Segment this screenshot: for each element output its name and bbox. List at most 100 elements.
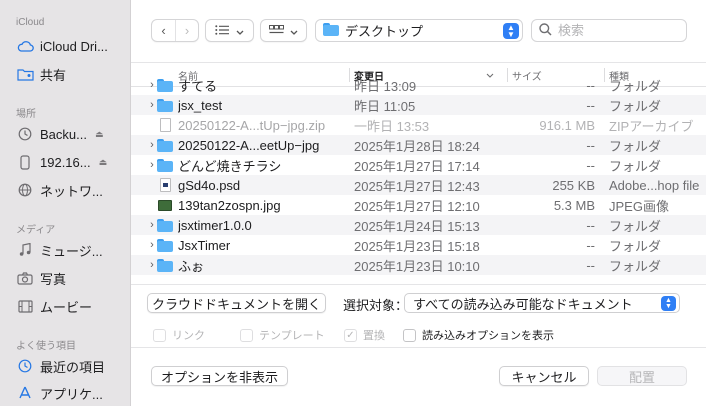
folder-icon <box>157 238 173 252</box>
sidebar-item-label: iCloud Dri... <box>40 38 108 54</box>
folder-icon <box>157 138 173 152</box>
table-row[interactable]: › ふぉ 2025年1月23日 10:10 -- フォルダ <box>131 255 706 275</box>
file-kind: フォルダ <box>609 138 662 154</box>
table-row[interactable]: gSd4o.psd 2025年1月27日 12:43 255 KB Adobe...h… <box>131 175 706 195</box>
import-options-checkbox-label: 読み込みオプションを表示 <box>422 330 554 342</box>
table-row[interactable]: › すてる 昨日 13:09 -- フォルダ <box>131 75 706 95</box>
file-size: -- <box>586 137 595 153</box>
file-name: ふぉ <box>178 258 205 274</box>
file-name: 20250122-A...tUp−jpg.zip <box>178 117 326 133</box>
sidebar-item-backup[interactable]: Backu... ⏏ <box>16 123 128 145</box>
checkbox-box <box>240 328 253 342</box>
file-kind: フォルダ <box>609 78 662 94</box>
view-list-button[interactable] <box>205 19 254 42</box>
template-checkbox[interactable]: テンプレート <box>240 327 325 343</box>
file-date: 2025年1月24日 15:13 <box>354 218 480 234</box>
file-date: 2025年1月27日 12:43 <box>354 178 480 194</box>
grid-icon <box>269 23 284 38</box>
file-date: 一昨日 13:53 <box>354 118 430 134</box>
selection-label: 選択対象： <box>343 298 409 313</box>
disclosure-chevron-icon[interactable]: › <box>147 259 157 271</box>
sidebar-item-icloud-drive[interactable]: iCloud Dri... <box>16 35 128 57</box>
file-size: 5.3 MB <box>553 197 595 213</box>
sidebar-item-recents[interactable]: 最近の項目 <box>16 355 128 377</box>
sidebar-item-label: アプリケ... <box>40 386 103 402</box>
file-kind: ZIPアーカイブ <box>609 118 694 134</box>
file-name: 139tan2zospn.jpg <box>178 197 281 213</box>
checkbox-box <box>403 328 416 342</box>
sidebar-item-label: ムービー <box>40 299 93 315</box>
sidebar-item-shared[interactable]: 共有 <box>16 63 128 85</box>
table-row[interactable]: › JsxTimer 2025年1月23日 15:18 -- フォルダ <box>131 235 706 255</box>
cloud-icon <box>16 38 34 54</box>
file-size: 255 KB <box>552 177 595 193</box>
sidebar-item-label: ミュージ... <box>40 243 103 259</box>
table-row[interactable]: › どんど焼きチラシ 2025年1月27日 17:14 -- フォルダ <box>131 155 706 175</box>
place-button[interactable]: 配置 <box>597 366 687 386</box>
file-kind: フォルダ <box>609 158 662 174</box>
table-row[interactable]: › jsx_test 昨日 11:05 -- フォルダ <box>131 95 706 115</box>
back-button[interactable]: ‹ <box>152 20 175 41</box>
file-name: jsx_test <box>178 97 223 113</box>
sidebar-item-music[interactable]: ミュージ... <box>16 239 128 261</box>
group-button[interactable] <box>260 19 307 42</box>
sidebar-section-icloud: iCloud <box>16 17 45 28</box>
import-options-checkbox[interactable]: 読み込みオプションを表示 <box>403 327 554 343</box>
file-kind: フォルダ <box>609 258 662 274</box>
chevron-down-icon <box>290 23 298 38</box>
sidebar-item-label: 写真 <box>40 271 67 287</box>
hide-options-button[interactable]: オプションを非表示 <box>151 366 288 386</box>
camera-icon <box>16 270 34 286</box>
disclosure-chevron-icon[interactable]: › <box>147 139 157 151</box>
file-type-select[interactable]: すべての読み込み可能なドキュメント ▲ ▼ <box>404 293 680 313</box>
table-row[interactable]: 139tan2zospn.jpg 2025年1月27日 12:10 5.3 MB JP… <box>131 195 706 215</box>
sidebar-item-applications[interactable]: アプリケ... <box>16 382 128 404</box>
location-popup[interactable]: デスクトップ ▲ ▼ <box>315 19 523 42</box>
file-name: すてる <box>178 78 218 94</box>
file-date: 昨日 11:05 <box>354 98 416 114</box>
sidebar-item-label: 192.16... <box>40 154 91 170</box>
disclosure-chevron-icon[interactable]: › <box>147 79 157 91</box>
sidebar-item-network[interactable]: ネットワ... <box>16 179 128 201</box>
file-kind: フォルダ <box>609 98 662 114</box>
file-name: gSd4o.psd <box>178 177 241 193</box>
file-date: 2025年1月28日 18:24 <box>354 138 480 154</box>
eject-icon[interactable]: ⏏ <box>95 129 104 140</box>
forward-button[interactable]: › <box>174 20 198 41</box>
search-field[interactable] <box>531 19 687 42</box>
clock-icon <box>16 358 34 374</box>
file-size: -- <box>586 157 595 173</box>
file-kind: フォルダ <box>609 238 662 254</box>
file-name: 20250122-A...eetUp−jpg <box>178 137 320 153</box>
file-name: どんど焼きチラシ <box>178 158 282 174</box>
sidebar-item-device[interactable]: 192.16... ⏏ <box>16 151 128 173</box>
sidebar-item-photos[interactable]: 写真 <box>16 267 128 289</box>
eject-icon[interactable]: ⏏ <box>99 157 108 168</box>
disclosure-chevron-icon[interactable]: › <box>147 219 157 231</box>
template-checkbox-label: テンプレート <box>259 330 325 342</box>
zip-file-icon <box>157 118 173 132</box>
file-date: 2025年1月23日 10:10 <box>354 258 480 274</box>
replace-checkbox[interactable]: ✓ 置換 <box>344 327 385 343</box>
folder-icon <box>323 22 339 39</box>
sidebar-item-label: Backu... <box>40 126 87 142</box>
file-size: 916.1 MB <box>539 117 595 133</box>
apps-icon <box>16 385 34 401</box>
disclosure-chevron-icon[interactable]: › <box>147 239 157 251</box>
sidebar-section-media: メディア <box>16 225 56 236</box>
table-row[interactable]: › 20250122-A...eetUp−jpg 2025年1月28日 18:24 -… <box>131 135 706 155</box>
open-cloud-documents-button[interactable]: クラウドドキュメントを開く <box>147 293 326 313</box>
file-size: -- <box>586 217 595 233</box>
sidebar-item-movies[interactable]: ムービー <box>16 295 128 317</box>
folder-icon <box>157 258 173 272</box>
music-icon <box>16 242 34 258</box>
search-input[interactable] <box>558 23 678 38</box>
sidebar: iCloud iCloud Dri... 共有 場所 Backu... ⏏ 19… <box>0 0 131 406</box>
disclosure-chevron-icon[interactable]: › <box>147 99 157 111</box>
table-row[interactable]: › jsxtimer1.0.0 2025年1月24日 15:13 -- フォルダ <box>131 215 706 235</box>
file-kind: JPEG画像 <box>609 198 669 214</box>
table-row[interactable]: 20250122-A...tUp−jpg.zip 一昨日 13:53 916.1 M… <box>131 115 706 135</box>
cancel-button[interactable]: キャンセル <box>499 366 589 386</box>
disclosure-chevron-icon[interactable]: › <box>147 159 157 171</box>
link-checkbox[interactable]: リンク <box>153 327 205 343</box>
